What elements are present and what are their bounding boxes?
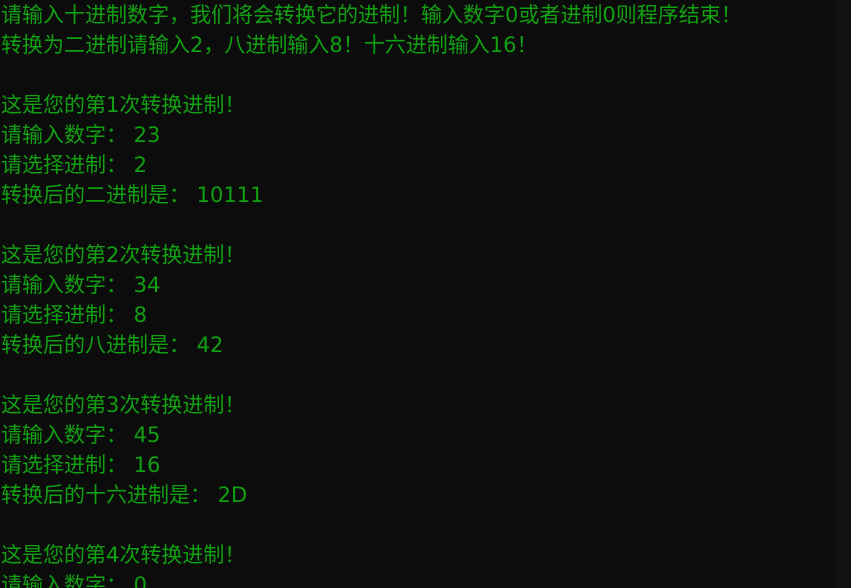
- console-line-result-3: 转换后的十六进制是： 2D: [1, 483, 248, 507]
- console-line-blank: [0, 60, 836, 90]
- console-line-intro-1: 请输入十进制数字，我们将会转换它的进制！输入数字0或者进制0则程序结束！: [1, 3, 742, 27]
- console-line-session-label-2: 这是您的第2次转换进制！: [1, 243, 246, 267]
- console-line-result-2: 转换后的八进制是： 42: [1, 333, 224, 357]
- console-line-base-prompt-3: 请选择进制： 16: [1, 453, 161, 477]
- vertical-scrollbar-thumb[interactable]: [836, 0, 851, 588]
- console-line-number-prompt-1: 请输入数字： 23: [1, 123, 161, 147]
- vertical-scrollbar[interactable]: [836, 0, 851, 588]
- console-line-base-prompt-2: 请选择进制： 8: [1, 303, 148, 327]
- console-line-number-prompt-4: 请输入数字： 0: [1, 573, 148, 588]
- console-line-base-prompt-1: 请选择进制： 2: [1, 153, 148, 177]
- console-line-session-label-1: 这是您的第1次转换进制！: [1, 93, 246, 117]
- console-line-blank: [0, 360, 836, 390]
- console-window: 请输入十进制数字，我们将会转换它的进制！输入数字0或者进制0则程序结束！ 转换为…: [0, 0, 851, 588]
- console-line-blank: [0, 210, 836, 240]
- console-line-result-1: 转换后的二进制是： 10111: [1, 183, 264, 207]
- console-output-area[interactable]: 请输入十进制数字，我们将会转换它的进制！输入数字0或者进制0则程序结束！ 转换为…: [0, 0, 836, 588]
- console-line-number-prompt-3: 请输入数字： 45: [1, 423, 161, 447]
- console-line-intro-2: 转换为二进制请输入2，八进制输入8！十六进制输入16！: [1, 33, 538, 57]
- console-line-number-prompt-2: 请输入数字： 34: [1, 273, 161, 297]
- console-line-session-label-4: 这是您的第4次转换进制！: [1, 543, 246, 567]
- console-line-session-label-3: 这是您的第3次转换进制！: [1, 393, 246, 417]
- console-line-blank: [0, 510, 836, 540]
